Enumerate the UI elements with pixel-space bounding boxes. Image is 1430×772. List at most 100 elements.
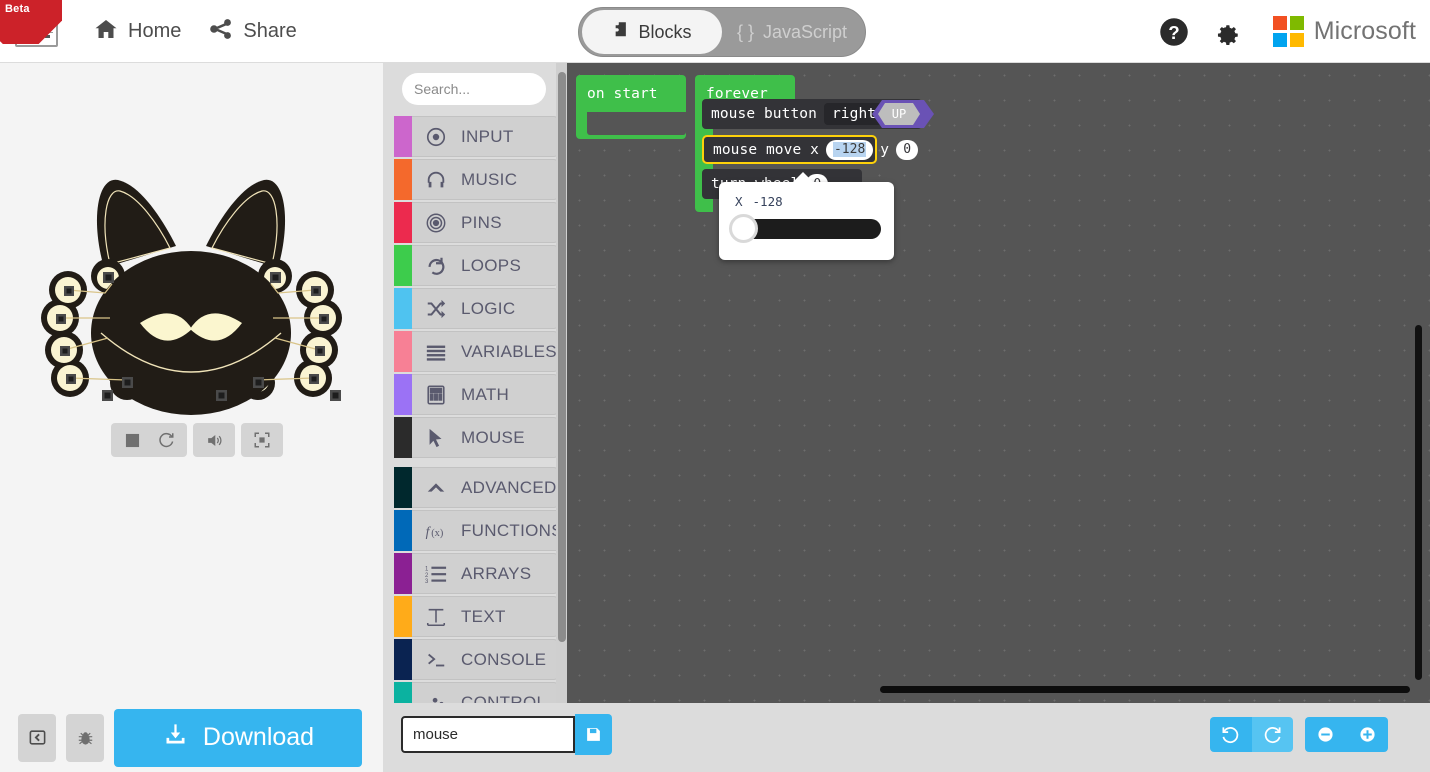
toolbox-category-console[interactable]: CONSOLE	[394, 638, 558, 681]
save-icon	[587, 728, 600, 741]
download-button[interactable]: Download	[114, 708, 362, 767]
category-label: ARRAYS	[461, 563, 532, 583]
toolbox-category-input[interactable]: INPUT	[394, 115, 558, 158]
mute-button[interactable]	[197, 423, 231, 457]
editor-mode-tabs: Blocks { } JavaScript	[578, 7, 866, 57]
tab-javascript[interactable]: { } JavaScript	[722, 10, 862, 54]
workspace-vertical-scrollbar[interactable]	[1415, 325, 1422, 680]
category-color-swatch	[394, 288, 412, 329]
block-on-start[interactable]: on start	[576, 75, 686, 139]
makecode-logo[interactable]	[15, 17, 58, 47]
category-color-swatch	[394, 245, 412, 286]
home-button[interactable]: Home	[80, 0, 195, 63]
beta-badge-label: Beta	[5, 3, 30, 15]
category-body: 1 2 3 ARRAYS	[412, 553, 558, 594]
blocks-workspace[interactable]: on start forever mouse button right UP m…	[567, 63, 1430, 703]
toolbox-category-advanced[interactable]: ADVANCED	[394, 466, 558, 509]
slider-field-label: X	[735, 194, 743, 209]
category-color-swatch	[394, 374, 412, 415]
restart-button[interactable]	[149, 423, 183, 457]
block-mouse-move[interactable]: mouse move x -128 y 0	[702, 135, 919, 164]
undo-button[interactable]	[1210, 717, 1251, 752]
toolbox-category-text[interactable]: TEXT	[394, 595, 558, 638]
simulator-board[interactable]	[0, 88, 383, 418]
toolbox-category-math[interactable]: MATH	[394, 373, 558, 416]
braces-icon: { }	[736, 21, 754, 42]
category-label: PINS	[461, 212, 502, 232]
toolbox-category-variables[interactable]: VARIABLES	[394, 330, 558, 373]
category-color-swatch	[394, 682, 412, 703]
share-label: Share	[243, 20, 297, 42]
block-mouse-button-state-reporter[interactable]: UP	[872, 100, 934, 128]
stop-button[interactable]	[115, 423, 149, 457]
category-color-swatch	[394, 116, 412, 157]
mouse-button-dropdown-value: right	[831, 106, 877, 122]
settings-button[interactable]	[1211, 17, 1241, 47]
calculator-icon	[424, 384, 448, 406]
slider-value: -128	[752, 194, 783, 209]
category-body: MATH	[412, 374, 558, 415]
category-color-swatch	[394, 510, 412, 551]
toolbox-search[interactable]	[402, 73, 567, 105]
collapse-simulator-button[interactable]	[18, 713, 56, 762]
toolbox-category-logic[interactable]: LOGIC	[394, 287, 558, 330]
toolbox-category-music[interactable]: MUSIC	[394, 158, 558, 201]
cursor-icon	[424, 427, 448, 449]
microsoft-logo[interactable]: Microsoft	[1263, 16, 1416, 47]
category-body: PINS	[412, 202, 558, 243]
undo-redo-group	[1210, 717, 1293, 752]
save-button[interactable]	[575, 714, 612, 755]
search-input[interactable]	[414, 81, 567, 97]
debug-button[interactable]	[66, 713, 104, 762]
fullscreen-button[interactable]	[245, 423, 279, 457]
category-label: CONTROL	[461, 692, 547, 704]
text-icon	[424, 606, 448, 628]
toolbox-scrollbar-track[interactable]	[556, 63, 567, 703]
zoom-out-button[interactable]	[1305, 717, 1346, 752]
category-body: VARIABLES	[412, 331, 558, 372]
category-color-swatch	[394, 202, 412, 243]
refresh-icon	[159, 432, 174, 448]
toolbox-scrollbar-thumb[interactable]	[558, 72, 566, 642]
block-mouse-move-y-label: y	[880, 141, 890, 158]
project-name-input[interactable]	[401, 716, 575, 753]
category-label: LOOPS	[461, 255, 522, 275]
zoom-in-button[interactable]	[1347, 717, 1388, 752]
category-body: MUSIC	[412, 159, 558, 200]
redo-button[interactable]	[1252, 717, 1293, 752]
toolbox-category-functions[interactable]: f (x) FUNCTIONS	[394, 509, 564, 552]
simulator-controls	[111, 423, 283, 457]
expand-icon	[254, 432, 270, 448]
gear-icon	[1217, 24, 1238, 45]
mouse-move-x-field[interactable]: -128	[825, 139, 874, 160]
workspace-horizontal-scrollbar[interactable]	[880, 686, 1410, 693]
toolbox-category-arrays[interactable]: 1 2 3 ARRAYS	[394, 552, 558, 595]
mouse-state-dropdown[interactable]: UP	[878, 103, 920, 125]
toolbox-category-pins[interactable]: PINS	[394, 201, 558, 244]
toolbox-category-control[interactable]: CONTROL	[394, 681, 558, 703]
category-label: INPUT	[461, 126, 514, 146]
minus-circle-icon	[1318, 727, 1333, 742]
svg-text:?: ?	[1168, 21, 1179, 42]
blocks-toolbox: INPUT MUSIC PINS LOOPS LOGIC VARIABLES MATH MOU…	[383, 63, 567, 703]
svg-text:2: 2	[425, 572, 428, 578]
category-color-swatch	[394, 639, 412, 680]
svg-text:1: 1	[425, 566, 429, 572]
block-mouse-button-label: mouse button	[711, 106, 817, 122]
category-body: ADVANCED	[412, 467, 558, 508]
share-button[interactable]: Share	[195, 0, 310, 63]
toolbox-category-mouse[interactable]: MOUSE	[394, 416, 558, 459]
category-label: CONSOLE	[461, 649, 547, 669]
download-icon	[162, 721, 189, 755]
toolbox-category-loops[interactable]: LOOPS	[394, 244, 558, 287]
category-label: FUNCTIONS	[461, 520, 563, 540]
slider-popup[interactable]: X -128	[719, 172, 894, 260]
category-body: LOGIC	[412, 288, 558, 329]
toolbox-separator	[394, 459, 558, 466]
tab-blocks[interactable]: Blocks	[582, 10, 722, 54]
mouse-move-y-field[interactable]: 0	[896, 139, 919, 160]
slider-thumb[interactable]	[729, 214, 758, 243]
project-name-group	[401, 714, 612, 755]
help-button[interactable]: ?	[1159, 17, 1189, 47]
microsoft-wordmark: Microsoft	[1313, 17, 1416, 45]
